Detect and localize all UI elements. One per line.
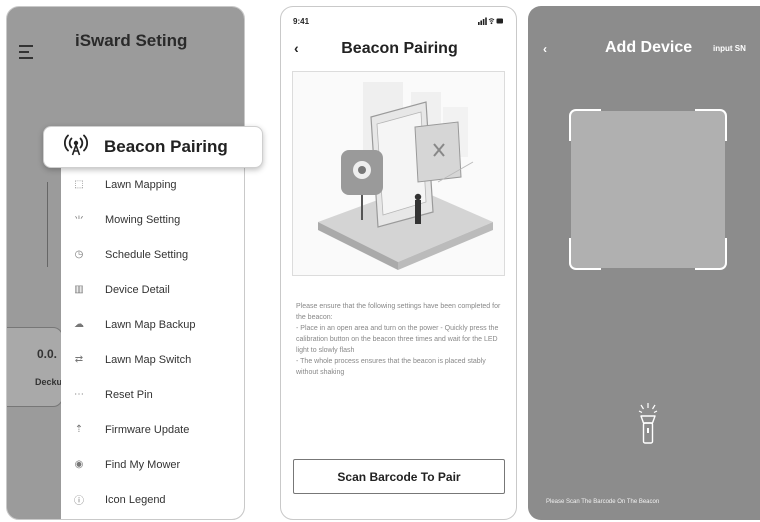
drawer-menu: ⬚ Lawn Mapping ⺌ Mowing Setting ◷ Schedule Se… <box>61 167 244 517</box>
menu-item-icon-legend[interactable]: ⓘ Icon Legend <box>61 482 244 517</box>
menu-item-label: Schedule Setting <box>105 248 189 261</box>
grass-icon: ⺌ <box>74 216 84 227</box>
menu-item-find-my-mower[interactable]: ◉ Find My Mower <box>61 447 244 482</box>
back-button[interactable]: ‹ <box>543 42 547 56</box>
menu-item-lawn-mapping[interactable]: ⬚ Lawn Mapping <box>61 167 244 202</box>
viewfinder-corner <box>569 109 601 141</box>
viewfinder-corner <box>695 238 727 270</box>
flashlight-icon[interactable] <box>638 401 658 445</box>
instruction-line: Please ensure that the following setting… <box>296 303 501 321</box>
menu-item-firmware-update[interactable]: ⇡ Firmware Update <box>61 412 244 447</box>
menu-icon[interactable] <box>19 45 37 63</box>
menu-item-schedule-setting[interactable]: ◷ Schedule Setting <box>61 237 244 272</box>
side-drawer: iSward Seting ⬚ Lawn Mapping ⺌ Mowing Setti… <box>61 7 244 519</box>
settings-drawer-screen: 0.0. Deckur iSward Seting ⬚ Lawn Mapping ⺌… <box>6 6 245 520</box>
status-time: 9:41 <box>293 17 310 26</box>
menu-item-label: Lawn Map Switch <box>105 353 192 366</box>
viewfinder-corner <box>695 109 727 141</box>
beacon-illustration <box>292 71 505 276</box>
menu-item-mowing-setting[interactable]: ⺌ Mowing Setting <box>61 202 244 237</box>
menu-item-reset-pin[interactable]: ⋯ Reset Pin <box>61 377 244 412</box>
background-value: 0.0. <box>37 347 58 361</box>
instruction-line: - The whole process ensures that the bea… <box>296 358 486 376</box>
page-title: Beacon Pairing <box>341 40 458 57</box>
background-card <box>7 327 63 407</box>
drawer-title: iSward Seting <box>75 31 188 50</box>
map-icon: ⬚ <box>74 179 84 190</box>
chart-icon: ▥ <box>74 284 84 295</box>
viewfinder-corner <box>569 238 601 270</box>
info-icon: ⓘ <box>74 496 84 507</box>
menu-item-lawn-map-backup[interactable]: ☁ Lawn Map Backup <box>61 307 244 342</box>
menu-item-label: Firmware Update <box>105 423 190 436</box>
input-sn-link[interactable]: input SN <box>713 44 746 53</box>
menu-item-lawn-map-switch[interactable]: ⇄ Lawn Map Switch <box>61 342 244 377</box>
menu-item-label: Find My Mower <box>105 458 181 471</box>
beacon-icon <box>64 134 88 161</box>
menu-item-label: Mowing Setting <box>105 213 181 226</box>
location-icon: ◉ <box>74 459 84 470</box>
page-title: Add Device <box>605 39 693 56</box>
menu-item-label: Reset Pin <box>105 388 153 401</box>
menu-item-beacon-pairing[interactable]: Beacon Pairing <box>43 126 263 168</box>
clock-icon: ◷ <box>74 249 84 260</box>
menu-item-label: Icon Legend <box>105 493 166 506</box>
pairing-instructions: Please ensure that the following setting… <box>296 301 508 378</box>
menu-item-label: Lawn Map Backup <box>105 318 196 331</box>
add-device-screen: ‹ Add Device input SN Please Scan The Ba… <box>528 6 760 520</box>
scan-viewfinder <box>569 109 727 270</box>
drawer-header: iSward Seting <box>61 7 244 127</box>
menu-item-device-detail[interactable]: ▥ Device Detail <box>61 272 244 307</box>
status-icons <box>478 17 504 27</box>
menu-item-label: Lawn Mapping <box>105 178 177 191</box>
beacon-pairing-label: Beacon Pairing <box>104 137 228 156</box>
beacon-pairing-screen: 9:41 ‹ Beacon Pairing Please ensure that… <box>280 6 517 520</box>
switch-icon: ⇄ <box>74 354 84 365</box>
upload-icon: ⇡ <box>74 424 84 435</box>
menu-item-label: Device Detail <box>105 283 170 296</box>
scan-hint: Please Scan The Barcode On The Beacon <box>546 499 660 505</box>
cloud-icon: ☁ <box>74 319 84 330</box>
pin-icon: ⋯ <box>74 389 84 400</box>
instruction-line: - Place in an open area and turn on the … <box>296 325 499 354</box>
scan-barcode-button[interactable]: Scan Barcode To Pair <box>293 459 505 494</box>
